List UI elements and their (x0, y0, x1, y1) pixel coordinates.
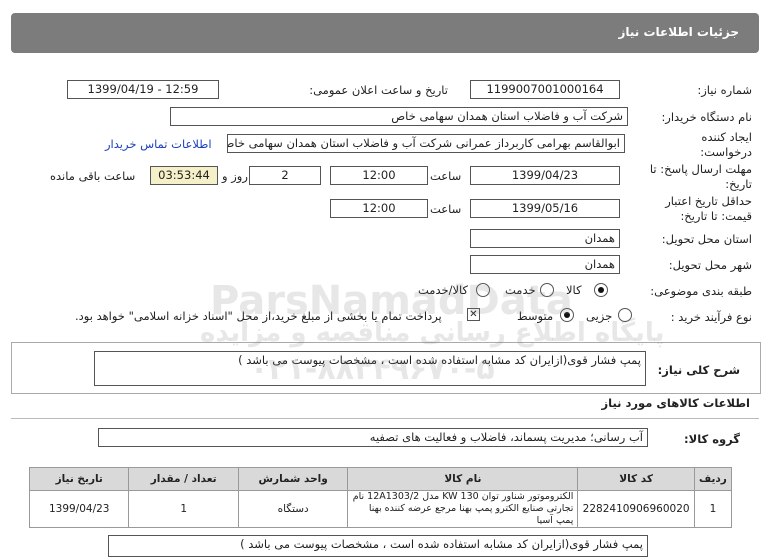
validity-time-label: ساعت (430, 202, 462, 216)
announce-field[interactable]: 1399/04/19 - 12:59 (67, 80, 219, 99)
send-time-label: ساعت (430, 169, 462, 183)
col-item-name: نام کالا (347, 467, 579, 491)
city-field[interactable]: همدان (470, 255, 620, 274)
province-label: استان محل تحویل: (661, 232, 752, 246)
goods-section-title: اطلاعات کالاهای مورد نیاز (601, 396, 750, 410)
category-goods-radio[interactable] (594, 283, 608, 297)
city-label: شهر محل تحویل: (668, 258, 752, 272)
days-label: روز و (222, 169, 248, 183)
announce-label: تاریخ و ساعت اعلان عمومی: (309, 83, 448, 97)
creator-label: ایجاد کننده درخواست: (700, 130, 752, 159)
buyer-contact-link[interactable]: اطلاعات تماس خریدار (105, 137, 212, 151)
category-label: طبقه بندی موضوعی: (650, 284, 752, 298)
send-deadline-label: مهلت ارسال پاسخ: تا تاریخ: (649, 162, 752, 191)
goods-group-label: گروه کالا: (684, 432, 740, 446)
page-title: جزئیات اطلاعات نیاز (618, 25, 739, 39)
process-partial-label: جزیی (586, 309, 613, 323)
cell-quantity: 1 (128, 490, 239, 528)
buyer-label: نام دستگاه خریدار: (661, 110, 752, 124)
col-row: ردیف (693, 467, 733, 491)
category-both-label: کالا/خدمت (418, 283, 469, 297)
bottom-description-box: پمپ فشار قوی(ازایران کد مشابه استفاده شد… (108, 535, 648, 557)
need-number-label: شماره نیاز: (697, 83, 752, 97)
description-field[interactable]: پمپ فشار قوی(ازایران کد مشابه استفاده شد… (94, 351, 646, 386)
validity-date-field[interactable]: 1399/05/16 (470, 199, 620, 218)
page-header: جزئیات اطلاعات نیاز (11, 13, 759, 53)
cell-item-code: 2282410906960020 (577, 490, 695, 528)
cell-unit: دستگاه (237, 490, 349, 528)
send-time-field[interactable]: 12:00 (330, 166, 428, 185)
cell-item-name: الکتروموتور شناور توان 130 KW مدل 12A130… (347, 490, 579, 528)
process-medium-radio[interactable] (560, 308, 574, 322)
process-label: نوع فرآیند خرید : (670, 310, 752, 324)
category-goods-label: کالا (566, 283, 582, 297)
remaining-label: ساعت باقی مانده (50, 169, 136, 183)
goods-divider (11, 418, 759, 419)
treasury-payment-checkbox[interactable]: ✕ (467, 308, 480, 321)
items-table-header: تاریخ نیاز تعداد / مقدار واحد شمارش نام … (28, 467, 733, 491)
table-row[interactable]: 1399/04/23 1 دستگاه الکتروموتور شناور تو… (28, 490, 733, 528)
category-service-radio[interactable] (540, 283, 554, 297)
send-date-field[interactable]: 1399/04/23 (470, 166, 620, 185)
process-partial-radio[interactable] (618, 308, 632, 322)
category-both-radio[interactable] (476, 283, 490, 297)
validity-time-field[interactable]: 12:00 (330, 199, 428, 218)
cell-need-date: 1399/04/23 (28, 490, 130, 528)
col-quantity: تعداد / مقدار (128, 467, 239, 491)
treasury-payment-note: پرداخت تمام یا بخشی از مبلغ خرید،از محل … (75, 309, 442, 323)
creator-field[interactable]: ابوالقاسم بهرامی کاربرداز عمرانی شرکت آب… (227, 134, 625, 153)
items-table: تاریخ نیاز تعداد / مقدار واحد شمارش نام … (28, 467, 733, 528)
buyer-field[interactable]: شرکت آب و فاضلاب استان همدان سهامی خاص (170, 107, 628, 126)
remaining-time-field: 03:53:44 (150, 166, 218, 185)
province-field[interactable]: همدان (470, 229, 620, 248)
col-unit: واحد شمارش (237, 467, 349, 491)
col-need-date: تاریخ نیاز (28, 467, 130, 491)
category-service-label: خدمت (505, 283, 536, 297)
goods-group-field[interactable]: آب رسانی؛ مدیریت پسماند، فاضلاب و فعالیت… (98, 428, 648, 447)
cell-row: 1 (693, 490, 733, 528)
validity-label: حداقل تاریخ اعتبار قیمت: تا تاریخ: (665, 194, 752, 223)
days-field[interactable]: 2 (249, 166, 321, 185)
description-label: شرح کلی نیاز: (657, 363, 740, 377)
process-medium-label: متوسط (517, 309, 554, 323)
col-item-code: کد کالا (577, 467, 695, 491)
need-number-field[interactable]: 1199007001000164 (470, 80, 620, 99)
